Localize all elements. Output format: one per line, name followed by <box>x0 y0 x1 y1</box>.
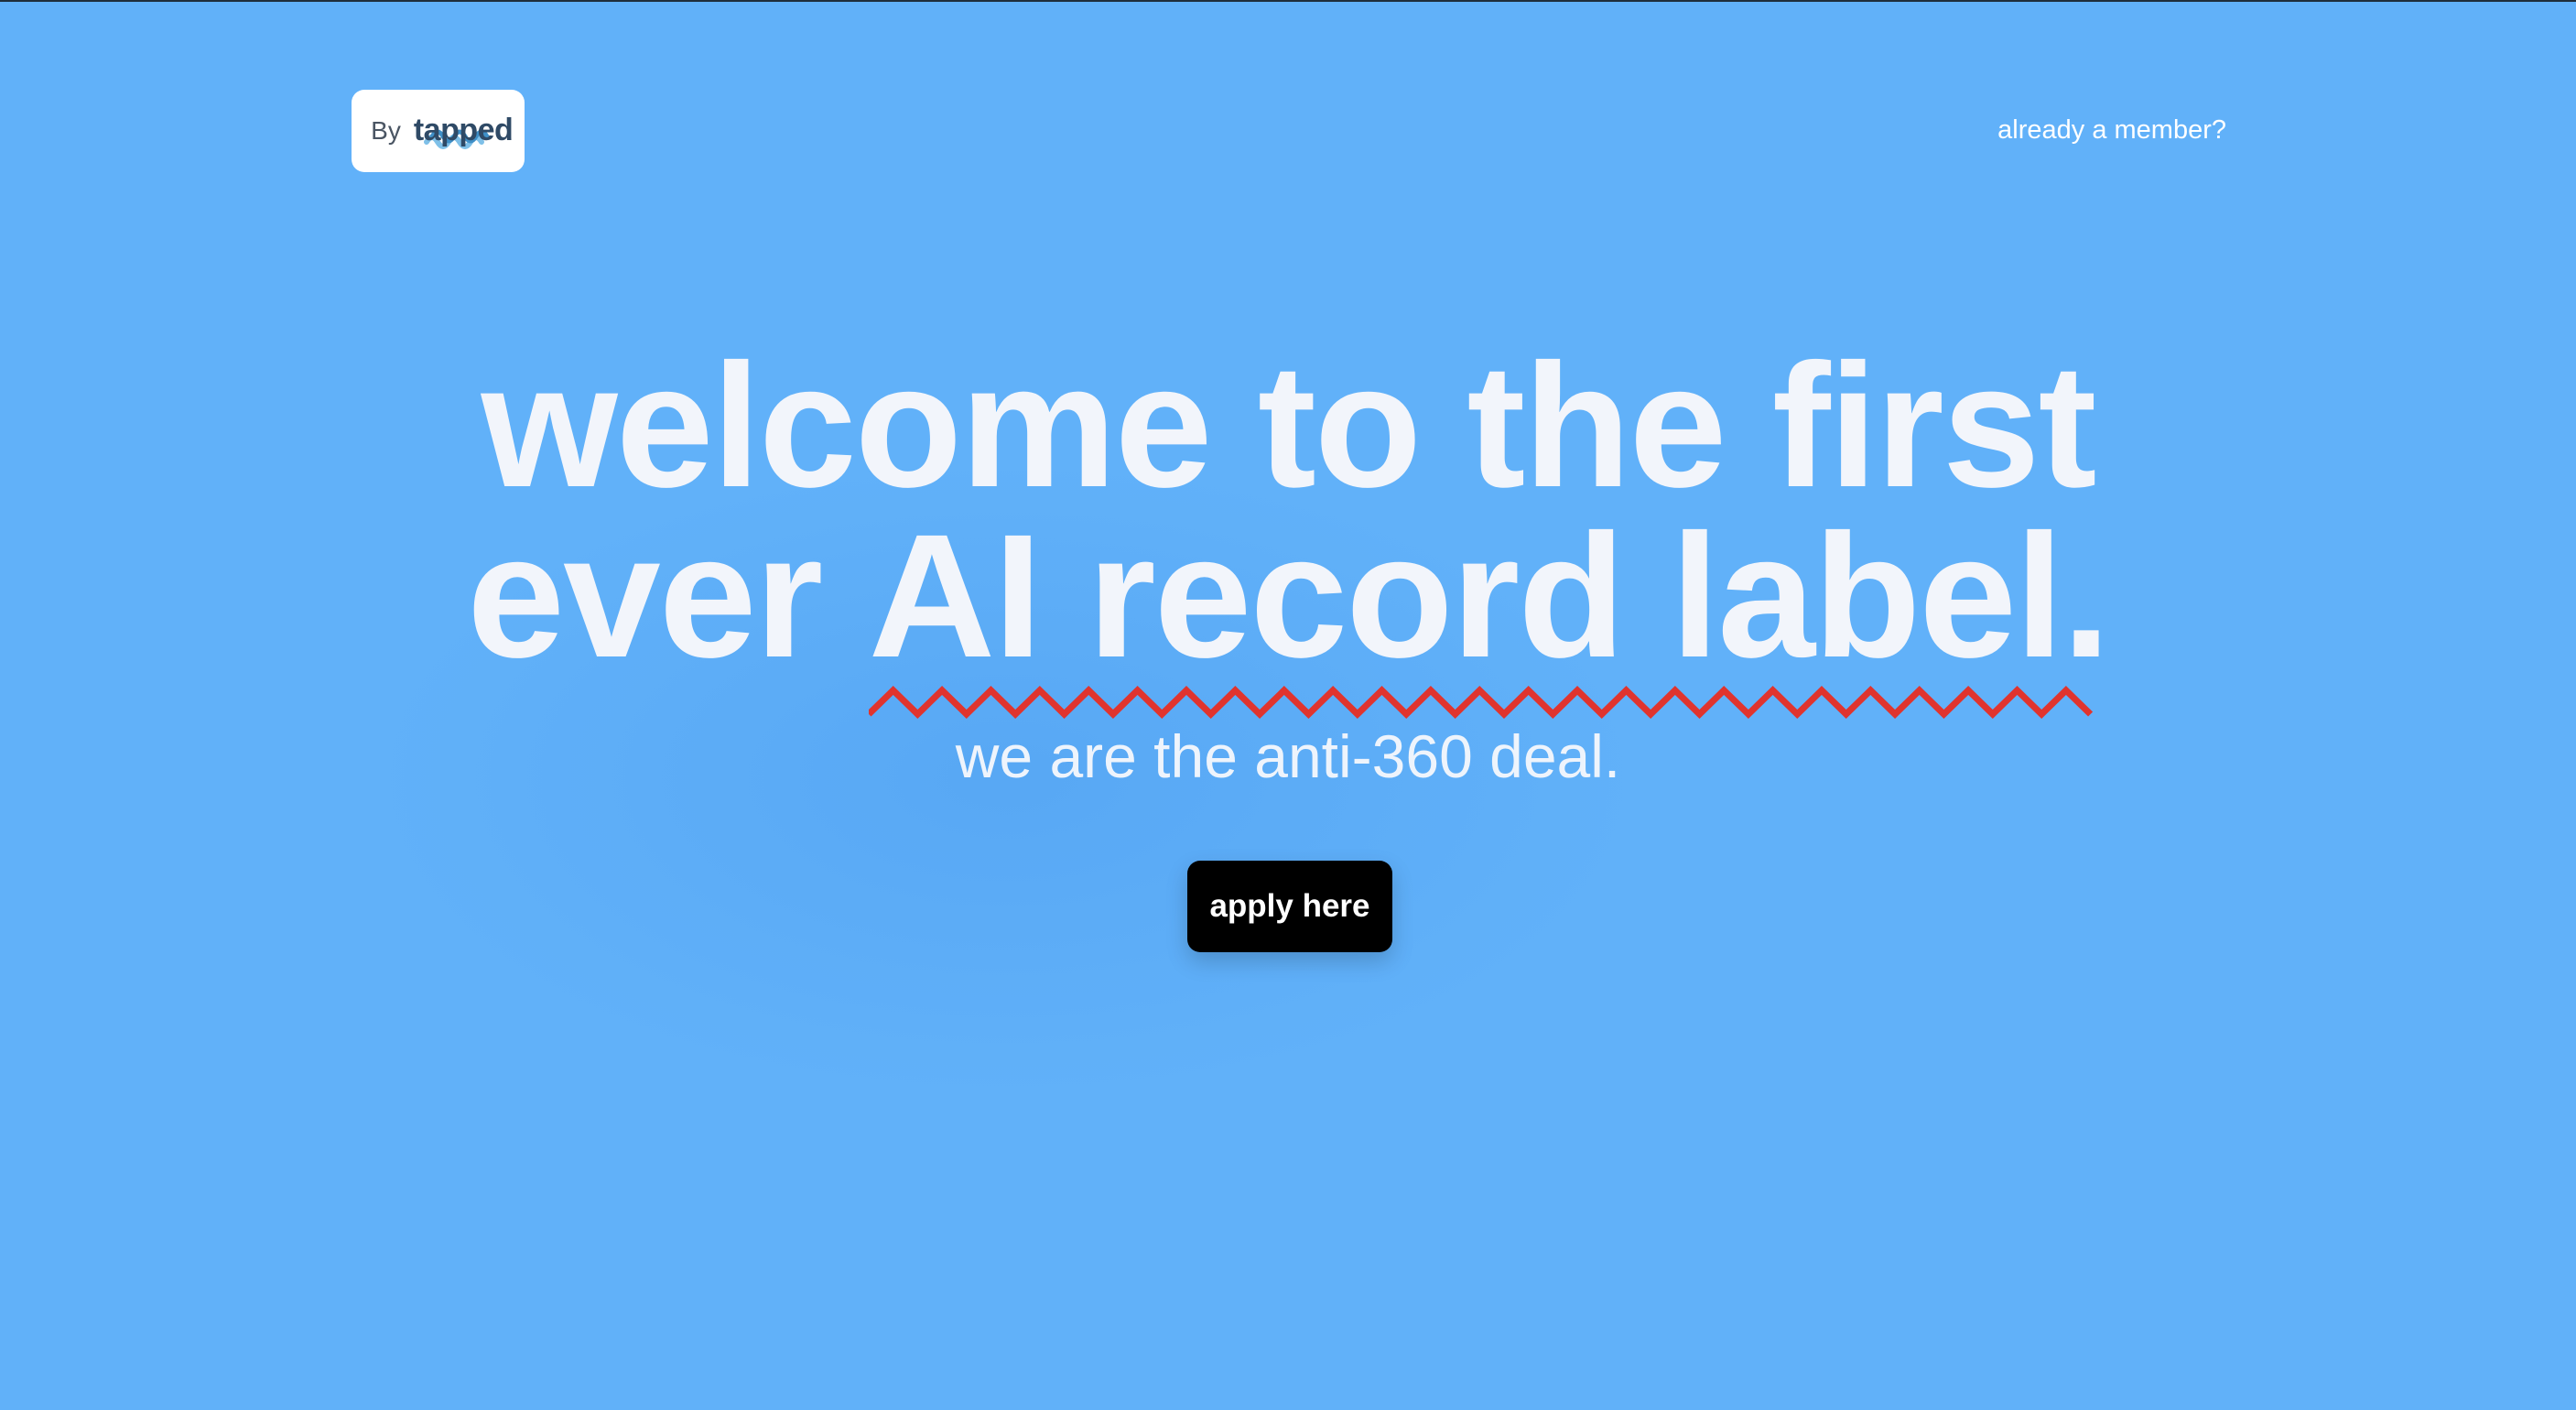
window-top-edge <box>0 0 2576 2</box>
headline-line-2: ever AI record label. <box>0 508 2576 719</box>
tapped-logo: tapped <box>414 105 514 157</box>
squiggle-underline-icon <box>868 686 2093 719</box>
brand-badge[interactable]: By tapped <box>352 90 525 172</box>
brand-name: tapped <box>413 113 514 147</box>
headline-line-1: welcome to the first <box>481 327 2097 524</box>
apply-button[interactable]: apply here <box>1187 861 1392 952</box>
brand-prefix: By <box>371 116 401 145</box>
headline-line-2-start: ever <box>467 497 869 694</box>
hero-subheadline: we are the anti-360 deal. <box>955 722 1621 790</box>
hero-headline: welcome to the first ever AI record labe… <box>0 327 2576 719</box>
headline-highlight: AI record label. <box>868 508 2111 719</box>
headline-highlight-text: AI record label. <box>868 497 2111 694</box>
already-member-link[interactable]: already a member? <box>1997 115 2226 146</box>
